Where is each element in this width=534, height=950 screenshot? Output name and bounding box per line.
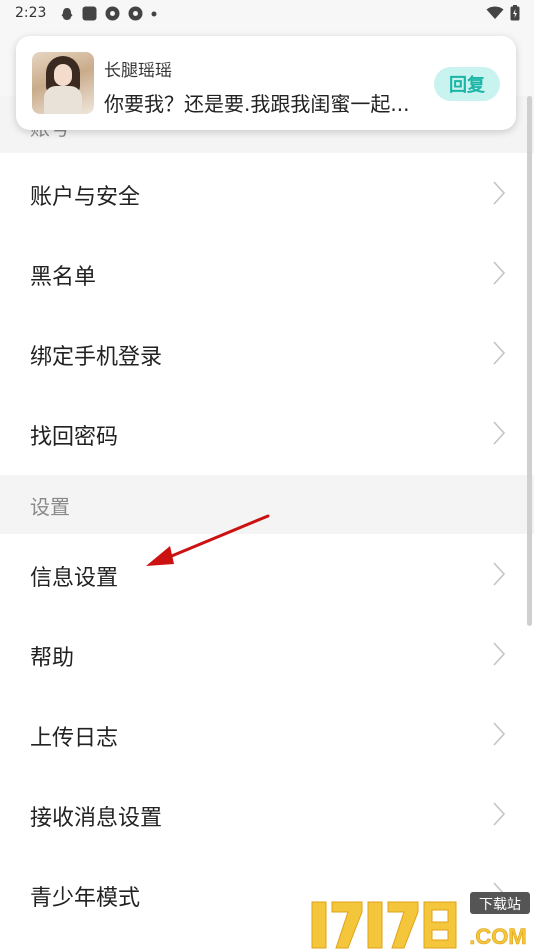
settings-row-account-security[interactable]: 账户与安全: [0, 153, 534, 233]
chevron-right-icon: [492, 641, 506, 667]
scrollbar-thumb[interactable]: [527, 96, 532, 626]
chevron-right-icon: [492, 420, 506, 446]
chevron-right-icon: [492, 180, 506, 206]
chevron-right-icon: [492, 801, 506, 827]
notification-sender: 长腿瑶瑶: [104, 61, 172, 81]
settings-row-blacklist[interactable]: 黑名单: [0, 233, 534, 313]
chevron-right-icon: [492, 260, 506, 286]
battery-icon: [510, 5, 520, 21]
settings-row-help[interactable]: 帮助: [0, 614, 534, 694]
notification-message: 你要我？还是要.我跟我闺蜜一起...: [104, 92, 410, 116]
watermark-tag: 下载站: [479, 896, 521, 912]
status-bar: 2:23: [0, 0, 534, 28]
settings-row-label: 接收消息设置: [30, 806, 163, 831]
wifi-icon: [486, 6, 504, 19]
reply-button[interactable]: 回复: [434, 67, 500, 101]
section-header-label: 设置: [30, 495, 70, 519]
settings-row-receive-message[interactable]: 接收消息设置: [0, 774, 534, 854]
chevron-right-icon: [492, 561, 506, 587]
watermark-logo: 下载站 .COM: [311, 892, 530, 949]
settings-row-label: 账户与安全: [30, 185, 141, 210]
watermark-domain: .COM: [469, 924, 526, 949]
status-notification-icons: [60, 6, 157, 21]
aperture-icon: [105, 6, 120, 21]
settings-row-recover-password[interactable]: 找回密码: [0, 393, 534, 473]
annotation-arrow-icon: [146, 514, 270, 566]
dot-icon: [151, 11, 157, 16]
settings-row-label: 黑名单: [30, 265, 97, 290]
settings-row-label: 绑定手机登录: [30, 345, 163, 370]
settings-row-label: 青少年模式: [30, 886, 141, 911]
status-right-icons: [486, 5, 520, 21]
settings-row-bind-phone[interactable]: 绑定手机登录: [0, 313, 534, 393]
avatar: [32, 52, 94, 114]
status-time: 2:23: [15, 5, 47, 21]
app-square-icon: [82, 6, 97, 21]
chevron-right-icon: [492, 721, 506, 747]
settings-row-label: 找回密码: [30, 425, 119, 450]
settings-row-label: 帮助: [30, 646, 75, 671]
chevron-right-icon: [492, 340, 506, 366]
settings-row-label: 上传日志: [30, 726, 119, 751]
settings-row-upload-log[interactable]: 上传日志: [0, 694, 534, 774]
qq-icon: [61, 7, 73, 20]
settings-row-label: 信息设置: [30, 566, 119, 591]
message-notification[interactable]: 长腿瑶瑶 你要我？还是要.我跟我闺蜜一起... 回复: [16, 36, 516, 130]
aperture-icon-2: [128, 6, 143, 21]
